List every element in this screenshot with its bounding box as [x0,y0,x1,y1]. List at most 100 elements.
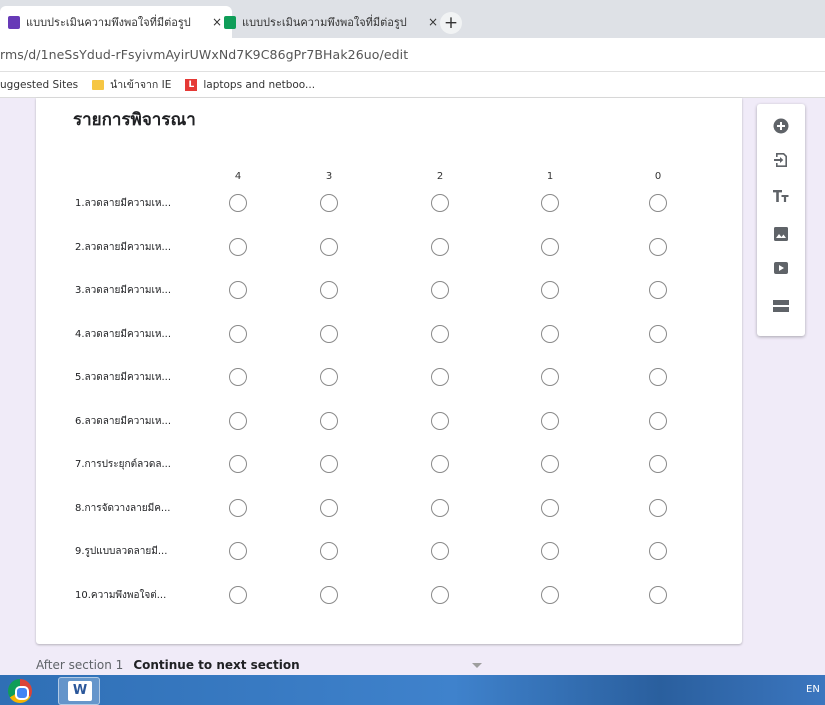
after-section-control[interactable]: After section 1 Continue to next section [36,658,300,672]
radio-button[interactable] [541,585,559,604]
row-label: 1.ลวดลายมีความเห... [75,198,172,209]
radio-button[interactable] [541,237,559,256]
radio-button[interactable] [229,324,247,343]
bookmark-suggested-sites[interactable]: uggested Sites [0,79,78,91]
radio-button[interactable] [320,237,338,256]
radio-button[interactable] [541,368,559,386]
folder-icon [92,79,105,90]
radio-button[interactable] [320,585,338,604]
radio-button[interactable] [431,194,449,212]
radio-button[interactable] [229,455,247,473]
chrome-icon[interactable] [8,679,32,703]
question-toolbar [757,104,805,336]
radio-button[interactable] [229,585,247,604]
row-label: 10.ความพึงพอใจต่... [75,589,167,601]
form-editor-area: รายการพิจารณา 4 3 2 1 0 1.ลวดลายมีความเห... 2.… [0,98,825,675]
add-image-icon[interactable] [771,224,791,244]
row-label: 9.รูปแบบลวดลายมี... [75,546,168,557]
column-header: 3 [325,171,333,182]
radio-button[interactable] [649,542,667,560]
row-label: 3.ลวดลายมีความเห... [75,285,172,296]
row-label: 4.ลวดลายมีความเห... [75,328,172,340]
tab-sheets[interactable]: แบบประเมินความพึงพอใจที่มีต่อรูป × [216,6,448,38]
radio-button[interactable] [649,411,667,430]
radio-button[interactable] [320,542,338,560]
column-header: 1 [546,171,554,182]
radio-button[interactable] [320,324,338,343]
radio-button[interactable] [431,237,449,256]
radio-button[interactable] [431,411,449,430]
add-question-icon[interactable] [771,116,791,136]
word-icon: W [68,681,92,701]
radio-button[interactable] [320,368,338,386]
radio-button[interactable] [541,542,559,560]
radio-button[interactable] [431,368,449,386]
radio-button[interactable] [649,324,667,343]
radio-button[interactable] [431,324,449,343]
radio-button[interactable] [541,281,559,299]
after-section-value: Continue to next section [133,658,300,672]
grid-question-card[interactable]: รายการพิจารณา 4 3 2 1 0 1.ลวดลายมีความเห... 2.… [36,98,742,644]
radio-button[interactable] [320,281,338,299]
radio-button[interactable] [229,237,247,256]
radio-button[interactable] [649,281,667,299]
radio-button[interactable] [229,368,247,386]
new-tab-button[interactable]: + [440,12,462,34]
radio-button[interactable] [541,324,559,343]
radio-button[interactable] [320,194,338,212]
tab-forms[interactable]: แบบประเมินความพึงพอใจที่มีต่อรูป × [0,6,233,38]
add-title-icon[interactable] [771,186,791,206]
row-label: 2.ลวดลายมีความเห... [75,241,172,253]
url-text[interactable]: rms/d/1neSsYdud-rFsyivmAyirUWxNd7K9C86gP… [0,47,408,62]
taskbar: W EN [0,675,825,705]
radio-button[interactable] [431,542,449,560]
after-section-label: After section 1 [36,658,124,672]
radio-button[interactable] [229,542,247,560]
browser-tab-strip: แบบประเมินความพึงพอใจที่มีต่อรูป × แบบปร… [0,0,825,38]
radio-button[interactable] [431,281,449,299]
bookmark-laptops[interactable]: L laptops and netboo... [185,78,316,91]
word-taskbar-button[interactable]: W [58,677,100,705]
radio-button[interactable] [229,498,247,517]
bookmark-label: นำเข้าจาก IE [110,79,172,91]
close-tab-icon[interactable]: × [428,15,438,29]
dropdown-arrow-icon[interactable] [472,663,482,668]
radio-button[interactable] [541,455,559,473]
row-label: 7.การประยุกต์ลวดล... [75,459,171,470]
bookmark-l-icon: L [185,78,198,91]
radio-button[interactable] [320,498,338,517]
radio-button[interactable] [431,498,449,517]
add-section-icon[interactable] [771,296,791,316]
radio-button[interactable] [649,455,667,473]
bookmark-import-ie[interactable]: นำเข้าจาก IE [92,76,171,93]
bookmark-label: uggested Sites [0,78,79,91]
radio-button[interactable] [541,411,559,430]
add-video-icon[interactable] [771,258,791,278]
language-indicator[interactable]: EN [806,684,820,695]
google-sheets-icon [224,15,236,29]
radio-button[interactable] [229,281,247,299]
radio-button[interactable] [649,498,667,517]
radio-button[interactable] [229,411,247,430]
radio-button[interactable] [320,411,338,430]
radio-button[interactable] [541,194,559,212]
bookmark-label: laptops and netboo... [203,78,316,91]
column-header: 4 [234,171,242,182]
radio-button[interactable] [320,455,338,473]
radio-button[interactable] [229,194,247,212]
radio-button[interactable] [431,455,449,473]
radio-button[interactable] [649,585,667,604]
radio-button[interactable] [649,194,667,212]
radio-button[interactable] [649,368,667,386]
address-bar[interactable]: rms/d/1neSsYdud-rFsyivmAyirUWxNd7K9C86gP… [0,38,825,72]
tab-label: แบบประเมินความพึงพอใจที่มีต่อรูป [242,16,407,29]
bookmarks-bar: uggested Sites นำเข้าจาก IE L laptops an… [0,72,825,98]
row-label: 5.ลวดลายมีความเห... [75,372,172,383]
import-questions-icon[interactable] [771,150,791,170]
radio-button[interactable] [541,498,559,517]
radio-button[interactable] [431,585,449,604]
tab-label: แบบประเมินความพึงพอใจที่มีต่อรูป [26,16,191,29]
row-label: 8.การจัดวางลายมีค... [75,502,171,514]
column-header: 0 [654,171,662,182]
radio-button[interactable] [649,237,667,256]
